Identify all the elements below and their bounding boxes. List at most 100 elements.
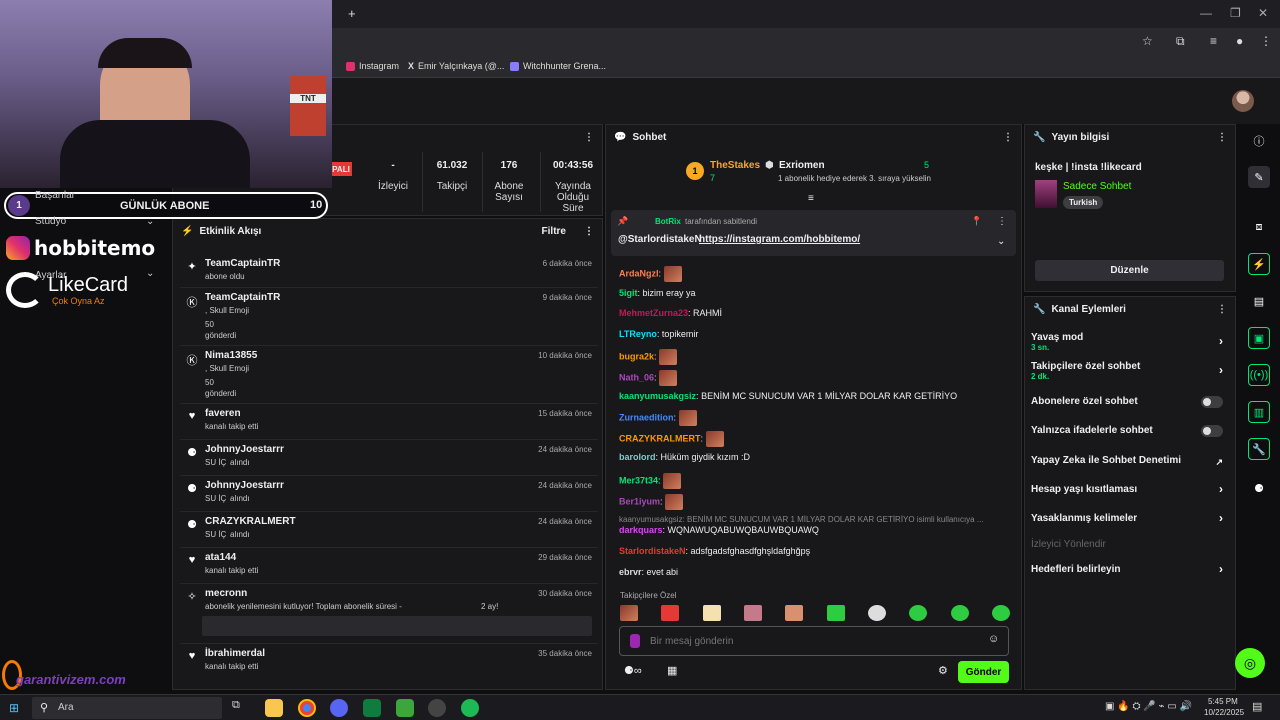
chat-username[interactable]: ebrvr: [619, 567, 642, 577]
banned-words-row[interactable]: Yasaklanmış kelimeler ›: [1031, 511, 1227, 527]
info-icon[interactable]: ⓘ: [1248, 130, 1270, 152]
spotify-icon[interactable]: [461, 699, 479, 717]
minimize-icon[interactable]: —: [1200, 6, 1212, 20]
activity-user[interactable]: TeamCaptainTR: [205, 292, 280, 303]
chat-username[interactable]: StarlordistakeN: [619, 546, 686, 556]
activity-user[interactable]: TeamCaptainTR: [205, 258, 280, 269]
emote-button[interactable]: [785, 605, 804, 621]
stream-category[interactable]: Sadece Sohbet: [1063, 181, 1131, 192]
emotes-only-toggle[interactable]: [1201, 425, 1223, 437]
user-avatar[interactable]: [1232, 90, 1254, 112]
obs-icon[interactable]: [428, 699, 446, 717]
followers-only-row[interactable]: Takipçilere özel sohbet 2 dk. ›: [1031, 361, 1227, 385]
chat-username[interactable]: Nath_06: [619, 372, 654, 382]
activity-user[interactable]: JohnnyJoestarrr: [205, 480, 284, 491]
activity-user[interactable]: mecronn: [205, 588, 247, 599]
taskbar-time[interactable]: 5:45 PM: [1208, 697, 1238, 706]
emote-button[interactable]: [743, 605, 762, 621]
activity-menu-icon[interactable]: ⋮: [584, 226, 594, 237]
emote-button[interactable]: [867, 605, 886, 621]
bookmark-star-icon[interactable]: ☆: [1142, 34, 1153, 48]
chat-username[interactable]: Zurnaedition: [619, 412, 674, 422]
emote-button[interactable]: [950, 605, 969, 621]
emote-button[interactable]: [991, 605, 1010, 621]
file-explorer-icon[interactable]: [265, 699, 283, 717]
chat-username[interactable]: CRAZYKRALMERT: [619, 433, 701, 443]
infinity-icon[interactable]: ⚈∞: [624, 664, 642, 677]
task-view-icon[interactable]: ⧉: [232, 699, 250, 717]
layout-icon[interactable]: ▥: [1248, 401, 1270, 423]
chat-menu-icon[interactable]: ⋮: [1003, 132, 1013, 143]
activity-user[interactable]: JohnnyJoestarrr: [205, 444, 284, 455]
profile-icon[interactable]: ●: [1236, 34, 1243, 48]
pinned-menu-icon[interactable]: ⋮: [997, 216, 1007, 227]
chat-username[interactable]: 5igit: [619, 288, 638, 298]
bookmark-instagram[interactable]: Instagram: [346, 61, 399, 71]
pinned-user[interactable]: BotRix: [655, 217, 681, 226]
second-name[interactable]: Exriomen: [779, 160, 825, 171]
settings-icon[interactable]: ⚙: [938, 664, 948, 677]
close-icon[interactable]: ✕: [1258, 6, 1268, 20]
edit-icon[interactable]: ✎: [1248, 166, 1270, 188]
account-age-row[interactable]: Hesap yaşı kısıtlaması ›: [1031, 482, 1227, 498]
activity-user[interactable]: CRAZYKRALMERT: [205, 516, 296, 527]
chat-username[interactable]: kaanyumusakgsiz: [619, 391, 696, 401]
chat-username[interactable]: darkquars: [619, 525, 663, 535]
channel-actions-menu-icon[interactable]: ⋮: [1217, 304, 1227, 315]
discord-icon[interactable]: [330, 699, 348, 717]
chat-username[interactable]: Ber1iyum: [619, 496, 660, 506]
chat-username[interactable]: LTReyno: [619, 329, 657, 339]
chat-input-box[interactable]: ☺: [619, 626, 1009, 656]
menu-icon[interactable]: ⋮: [1260, 34, 1272, 48]
wrench-rail-icon[interactable]: 🔧: [1248, 438, 1270, 460]
bookmark-witchhunter[interactable]: Witchhunter Grena...: [510, 61, 606, 71]
leader-name[interactable]: TheStakes: [710, 160, 760, 171]
microphone-icon[interactable]: [630, 634, 640, 648]
bookmark-x[interactable]: X Emir Yalçınkaya (@...: [408, 61, 504, 71]
sidebar-item-achievements[interactable]: Başarılar: [35, 190, 75, 201]
expand-icon[interactable]: ⌄: [997, 236, 1005, 247]
broadcast-icon[interactable]: ((•)): [1248, 364, 1270, 386]
activity-user[interactable]: faveren: [205, 408, 241, 419]
emote-button[interactable]: [661, 605, 680, 621]
activity-user[interactable]: ata144: [205, 552, 236, 563]
windows-start-icon[interactable]: ⊞: [9, 701, 19, 715]
activity-user[interactable]: Nima13855: [205, 350, 257, 361]
chat-rail-icon[interactable]: ▣: [1248, 327, 1270, 349]
system-tray-icons[interactable]: ▣ 🔥 ⛭ 🎤 ⌁ ▭ 🔊: [1105, 701, 1192, 712]
extensions-icon[interactable]: ⧉: [1176, 34, 1185, 49]
notification-icon[interactable]: ▤: [1252, 700, 1262, 713]
sidebar-item-studio[interactable]: Stüdyo: [35, 216, 66, 227]
store-icon[interactable]: ▦: [667, 664, 677, 677]
clip-icon[interactable]: ⧈: [1248, 216, 1270, 238]
chat-username[interactable]: barolord: [619, 452, 656, 462]
chat-username[interactable]: MehmetZurna23: [619, 308, 688, 318]
chat-username[interactable]: Mer37t34: [619, 475, 658, 485]
pinned-link[interactable]: https://instagram.com/hobbitemo/: [699, 234, 860, 245]
chat-message-input[interactable]: [650, 633, 950, 649]
emote-button[interactable]: [620, 605, 638, 621]
emote-button[interactable]: [909, 605, 928, 621]
chat-username[interactable]: bugra2k: [619, 351, 654, 361]
taskbar-search[interactable]: ⚲ Ara: [32, 697, 222, 719]
support-icon[interactable]: ◎: [1235, 648, 1265, 678]
collapse-icon[interactable]: ≡: [808, 193, 814, 204]
unpin-icon[interactable]: 📍: [971, 216, 982, 227]
taskbar-date[interactable]: 10/22/2025: [1204, 708, 1244, 717]
slow-mode-row[interactable]: Yavaş mod 3 sn. ›: [1031, 332, 1227, 356]
activity-user[interactable]: İbrahimerdal: [205, 648, 265, 659]
send-button[interactable]: Gönder: [958, 661, 1009, 683]
subscribers-only-toggle[interactable]: [1201, 396, 1223, 408]
category-thumbnail[interactable]: [1035, 180, 1057, 208]
emoji-icon[interactable]: ☺: [988, 633, 999, 645]
emote-button[interactable]: [702, 605, 721, 621]
lightning-icon[interactable]: ⚡: [1248, 253, 1270, 275]
xbox-icon[interactable]: [363, 699, 381, 717]
goals-row[interactable]: Hedefleri belirleyin ›: [1031, 562, 1227, 578]
stats-menu-icon[interactable]: ⋮: [584, 132, 594, 143]
edit-button[interactable]: Düzenle: [1035, 260, 1224, 281]
community-icon[interactable]: ⚈: [1248, 477, 1270, 499]
ai-moderation-row[interactable]: Yapay Zeka ile Sohbet Denetimi ↗: [1031, 455, 1227, 469]
emote-button[interactable]: [826, 605, 845, 621]
chat-username[interactable]: ArdaNgzl: [619, 268, 659, 278]
